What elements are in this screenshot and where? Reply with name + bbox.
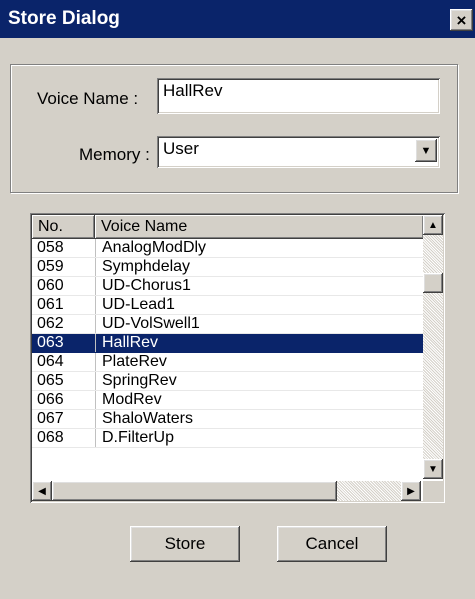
list-item-number: 062 bbox=[37, 315, 64, 332]
list-item-number: 063 bbox=[37, 334, 64, 351]
list-item[interactable]: 060 UD-Chorus1 bbox=[32, 277, 424, 296]
list-item-number: 067 bbox=[37, 410, 64, 427]
list-item[interactable]: 062 UD-VolSwell1 bbox=[32, 315, 424, 334]
close-button[interactable]: × bbox=[450, 9, 473, 31]
vertical-scroll-thumb[interactable] bbox=[423, 273, 443, 293]
list-item[interactable]: 068 D.FilterUp bbox=[32, 429, 424, 448]
list-item-voice-name: ModRev bbox=[95, 391, 424, 409]
list-item-number: 066 bbox=[37, 391, 64, 408]
scrollbar-corner bbox=[423, 481, 443, 501]
list-item-voice-name: ShaloWaters bbox=[95, 410, 424, 428]
scroll-down-button[interactable]: ▼ bbox=[423, 459, 443, 479]
scroll-up-button[interactable]: ▲ bbox=[423, 215, 443, 235]
list-item[interactable]: 064 PlateRev bbox=[32, 353, 424, 372]
list-item-number: 061 bbox=[37, 296, 64, 313]
column-header-no[interactable]: No. bbox=[32, 215, 95, 239]
list-item[interactable]: 063 HallRev bbox=[32, 334, 424, 353]
list-item[interactable]: 059 Symphdelay bbox=[32, 258, 424, 277]
list-item[interactable]: 058 AnalogModDly bbox=[32, 239, 424, 258]
list-item-voice-name: UD-Chorus1 bbox=[95, 277, 424, 295]
horizontal-scroll-thumb[interactable] bbox=[52, 481, 337, 501]
list-item-voice-name: AnalogModDly bbox=[95, 239, 424, 257]
memory-label: Memory : bbox=[79, 145, 150, 164]
arrow-right-icon: ▶ bbox=[407, 485, 415, 497]
column-header-voice-name[interactable]: Voice Name bbox=[95, 215, 424, 239]
list-item[interactable]: 061 UD-Lead1 bbox=[32, 296, 424, 315]
list-header: No. Voice Name bbox=[32, 215, 424, 239]
list-item-voice-name: D.FilterUp bbox=[95, 429, 424, 447]
list-item-voice-name: UD-VolSwell1 bbox=[95, 315, 424, 333]
list-item-number: 058 bbox=[37, 239, 64, 256]
list-item-voice-name: Symphdelay bbox=[95, 258, 424, 276]
arrow-left-icon: ◀ bbox=[38, 485, 46, 497]
horizontal-scrollbar[interactable]: ◀ ▶ bbox=[32, 481, 421, 501]
window-title: Store Dialog bbox=[8, 8, 120, 29]
list-item-number: 064 bbox=[37, 353, 64, 370]
close-icon: × bbox=[456, 10, 467, 30]
cancel-button[interactable]: Cancel bbox=[277, 526, 387, 562]
list-item[interactable]: 066 ModRev bbox=[32, 391, 424, 410]
list-rows: 058 AnalogModDly 059 Symphdelay 060 UD-Chorus… bbox=[32, 239, 424, 475]
list-item-voice-name: PlateRev bbox=[95, 353, 424, 371]
memory-select[interactable]: User ▼ bbox=[157, 136, 440, 168]
scroll-right-button[interactable]: ▶ bbox=[401, 481, 421, 501]
list-item[interactable]: 065 SpringRev bbox=[32, 372, 424, 391]
arrow-down-icon: ▼ bbox=[428, 463, 438, 475]
list-item-number: 060 bbox=[37, 277, 64, 294]
list-item-number: 068 bbox=[37, 429, 64, 446]
arrow-up-icon: ▲ bbox=[428, 219, 438, 231]
list-item-voice-name: HallRev bbox=[95, 334, 424, 352]
list-item-voice-name: SpringRev bbox=[95, 372, 424, 390]
list-item[interactable]: 067 ShaloWaters bbox=[32, 410, 424, 429]
vertical-scrollbar[interactable]: ▲ ▼ bbox=[423, 215, 443, 479]
voice-name-value: HallRev bbox=[163, 81, 223, 100]
memory-dropdown-button[interactable]: ▼ bbox=[415, 139, 437, 162]
list-item-voice-name: UD-Lead1 bbox=[95, 296, 424, 314]
voice-name-input[interactable]: HallRev bbox=[157, 78, 440, 114]
scroll-left-button[interactable]: ◀ bbox=[32, 481, 52, 501]
list-item-number: 065 bbox=[37, 372, 64, 389]
title-bar: Store Dialog × bbox=[0, 0, 475, 38]
voice-name-label: Voice Name : bbox=[37, 89, 139, 108]
voice-list[interactable]: No. Voice Name 058 AnalogModDly 059 Symphde… bbox=[30, 213, 445, 503]
chevron-down-icon: ▼ bbox=[420, 144, 432, 157]
memory-value: User bbox=[163, 139, 199, 158]
store-button[interactable]: Store bbox=[130, 526, 240, 562]
list-item-number: 059 bbox=[37, 258, 64, 275]
